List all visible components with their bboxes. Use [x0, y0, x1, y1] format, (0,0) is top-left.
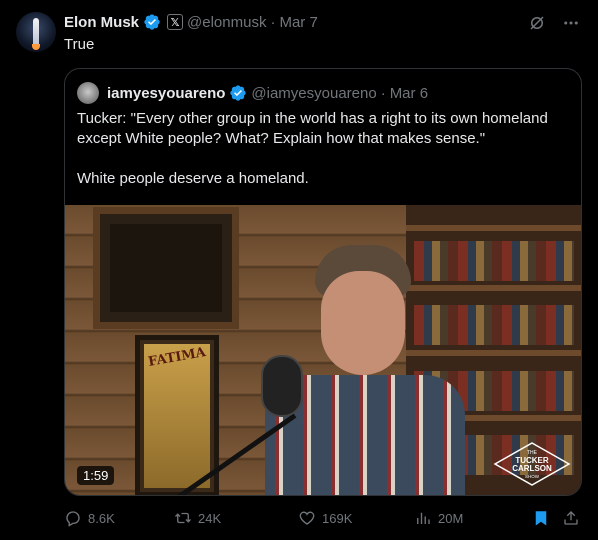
quoted-paragraph: Tucker: "Every other group in the world … [77, 110, 548, 147]
microphone [261, 355, 303, 417]
logo-line: CARLSON [512, 464, 552, 473]
tucker-carlson-show-logo: THE TUCKER CARLSON SHOW [493, 442, 571, 486]
tweet-top-actions [528, 14, 580, 32]
like-count: 169K [322, 510, 353, 526]
bookmark-icon [535, 511, 547, 526]
views-icon [417, 512, 430, 524]
video-player[interactable]: FATIMA 1:59 THE TUCKER CARLSON SHOW [65, 205, 581, 495]
author-handle[interactable]: @elonmusk [187, 14, 266, 31]
repost-count: 24K [198, 510, 222, 526]
reply-count: 8.6K [88, 510, 115, 526]
logo-line: SHOW [525, 474, 540, 479]
avatar-flame-shape [32, 44, 40, 50]
separator-dot: · [380, 84, 386, 102]
quoted-avatar[interactable] [77, 82, 99, 104]
video-duration: 1:59 [77, 466, 115, 485]
like-button[interactable]: 169K [298, 509, 352, 527]
video-window-frame [93, 207, 239, 329]
quoted-text: Tucker: "Every other group in the world … [77, 109, 573, 209]
verified-badge-icon [230, 85, 247, 101]
views-button[interactable]: 20M [414, 509, 463, 527]
bookmark-button[interactable] [532, 509, 550, 527]
author-avatar[interactable] [16, 12, 56, 52]
quoted-date[interactable]: Mar 6 [390, 85, 428, 102]
quoted-author-name[interactable]: iamyesyouareno [107, 85, 225, 102]
avatar-rocket-shape [33, 18, 39, 46]
share-icon [564, 511, 578, 525]
quoted-handle[interactable]: @iamyesyouareno [251, 85, 376, 102]
repost-button[interactable]: 24K [174, 509, 221, 527]
heart-icon [299, 511, 315, 525]
tweet-text: True [64, 36, 95, 53]
tweet-date[interactable]: Mar 7 [279, 14, 317, 31]
video-poster-frame: FATIMA [135, 335, 219, 495]
tweet-actions: 8.6K 24K 169K 20M [64, 508, 582, 528]
more-icon[interactable] [562, 14, 580, 32]
reply-button[interactable]: 8.6K [64, 509, 115, 527]
grok-icon[interactable] [528, 14, 546, 32]
verified-badge-icon[interactable] [143, 13, 161, 31]
views-count: 20M [438, 510, 464, 526]
x-logo-icon: 𝕏 [167, 14, 184, 30]
separator-dot: · [270, 13, 276, 31]
quoted-tweet-card[interactable]: iamyesyouareno @iamyesyouareno · Mar 6 T… [64, 68, 582, 496]
author-name[interactable]: Elon Musk [64, 14, 139, 31]
share-button[interactable] [562, 509, 580, 527]
quoted-header: iamyesyouareno @iamyesyouareno · Mar 6 [77, 81, 428, 105]
reply-icon [66, 511, 80, 527]
repost-icon [175, 512, 191, 524]
quoted-paragraph: White people deserve a homeland. [77, 170, 309, 187]
tweet-header: Elon Musk 𝕏 @elonmusk · Mar 7 [64, 12, 318, 32]
